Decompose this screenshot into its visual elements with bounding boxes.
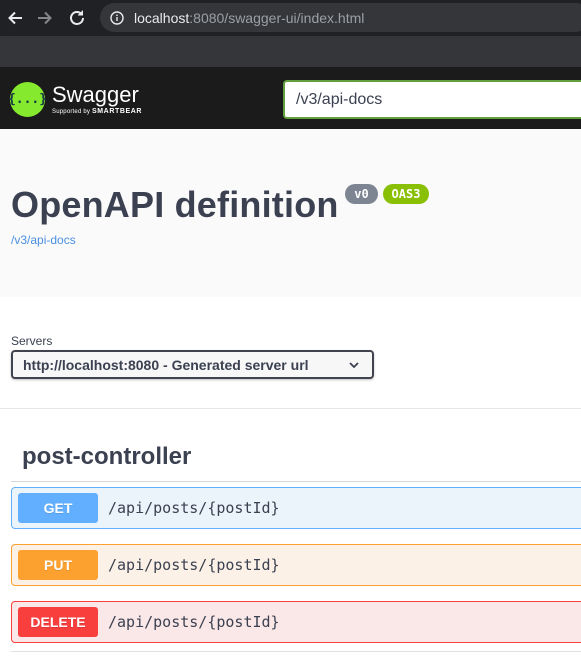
logo-tagline: Supported by SMARTBEAR [52, 108, 143, 115]
oas-badge: OAS3 [383, 184, 429, 204]
spec-link[interactable]: /v3/api-docs [11, 233, 76, 247]
page-title: OpenAPI definition [11, 184, 339, 225]
method-badge-put: PUT [18, 550, 98, 580]
url-host: localhost [134, 9, 190, 26]
operation-put-post[interactable]: PUT /api/posts/{postId} [11, 544, 581, 586]
reload-icon[interactable] [66, 7, 88, 29]
tag-divider [11, 481, 581, 482]
url-path: :8080/swagger-ui/index.html [189, 9, 365, 26]
swagger-logo-icon: {...} [8, 81, 47, 117]
divider [11, 651, 581, 652]
operation-delete-post[interactable]: DELETE /api/posts/{postId} [11, 601, 581, 643]
bookmarks-bar [0, 36, 581, 67]
forward-arrow-icon[interactable] [34, 7, 56, 29]
operation-get-post[interactable]: GET /api/posts/{postId} [11, 487, 581, 529]
server-select-value: http://localhost:8080 - Generated server… [23, 356, 309, 373]
operation-path: /api/posts/{postId} [108, 499, 280, 517]
operation-path: /api/posts/{postId} [108, 613, 280, 631]
server-select[interactable]: http://localhost:8080 - Generated server… [11, 350, 374, 379]
spec-url-input[interactable] [283, 80, 581, 119]
divider [0, 408, 581, 409]
info-icon[interactable] [110, 10, 124, 25]
operation-path: /api/posts/{postId} [108, 556, 280, 574]
address-bar[interactable]: localhost:8080/swagger-ui/index.html [100, 3, 581, 32]
logo-name: Swagger [52, 82, 139, 107]
chevron-down-icon [349, 362, 359, 369]
swagger-logo[interactable]: {...} Swagger Supported by SMARTBEAR [8, 79, 143, 119]
back-arrow-icon[interactable] [4, 7, 26, 29]
browser-toolbar: localhost:8080/swagger-ui/index.html [0, 0, 581, 36]
method-badge-delete: DELETE [18, 607, 98, 637]
servers-label: Servers [11, 334, 53, 348]
method-badge-get: GET [18, 493, 98, 523]
version-badge: v0 [345, 184, 378, 204]
tag-post-controller[interactable]: post-controller [22, 443, 191, 471]
